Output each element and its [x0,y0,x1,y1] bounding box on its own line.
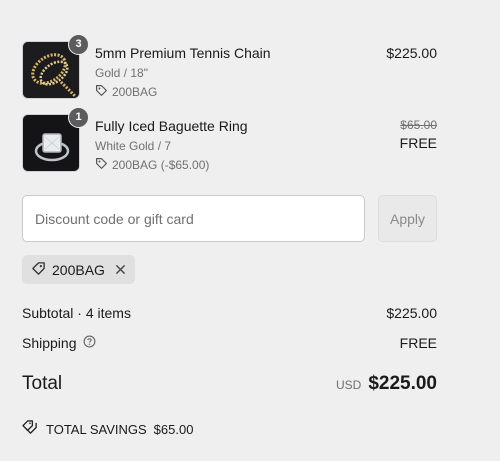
apply-button[interactable]: Apply [378,195,437,242]
product-thumbnail: 3 [22,34,89,99]
product-variant: Gold / 18" [95,66,148,80]
discount-code-input[interactable] [22,195,365,242]
shipping-label: Shipping [22,335,77,351]
item-price: FREE [399,135,437,151]
product-variant: White Gold / 7 [95,139,172,153]
original-price: $65.00 [400,118,437,132]
quantity-badge: 3 [68,34,89,55]
help-icon[interactable] [83,335,96,351]
currency-code: USD [335,378,362,392]
applied-discount-code: 200BAG [52,261,105,278]
savings-value: $65.00 [153,421,194,437]
shipping-value: FREE [399,335,437,351]
applied-discount-tag: 200BAG [22,255,135,284]
tag-icon [95,84,108,100]
item-discount-code: 200BAG (-$65.00) [112,158,210,172]
subtotal-row: Subtotal · 4 items $225.00 [22,305,437,321]
item-price: $225.00 [386,45,437,61]
item-discount: 200BAG (-$65.00) [95,157,248,173]
line-item: 3 5mm Premium Tennis Chain Gold / 18" 20… [22,34,437,101]
tag-icon [95,157,108,173]
total-amount: $225.00 [368,373,437,394]
item-discount: 200BAG [95,84,271,100]
close-icon [115,264,126,275]
product-thumbnail: 1 [22,107,89,172]
line-item: 1 Fully Iced Baguette Ring White Gold / … [22,107,437,174]
total-label: Total [22,373,63,394]
subtotal-value: $225.00 [386,305,437,321]
savings-label: TOTAL SAVINGS [46,421,147,437]
remove-discount-button[interactable] [115,264,126,275]
quantity-badge: 1 [68,107,89,128]
shipping-row: Shipping FREE [22,335,437,351]
savings-tag-icon [22,420,39,438]
total-savings: TOTAL SAVINGS $65.00 [22,420,193,438]
product-title: 5mm Premium Tennis Chain [95,45,271,61]
product-title: Fully Iced Baguette Ring [95,118,248,134]
tag-icon [31,261,46,279]
item-discount-code: 200BAG [112,85,158,99]
subtotal-label: Subtotal · 4 items [22,305,131,321]
total-row: Total USD $225.00 [22,373,437,395]
